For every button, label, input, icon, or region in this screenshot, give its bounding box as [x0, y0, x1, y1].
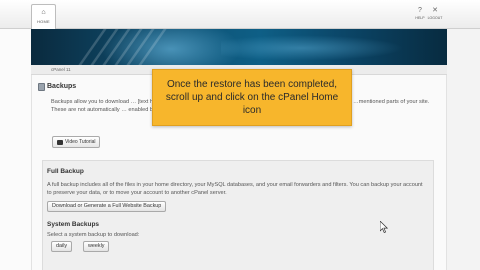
backup-icon — [38, 83, 45, 91]
right-margin — [447, 29, 480, 270]
system-backups-label: Select a system backup to download: — [47, 232, 140, 238]
video-tutorial-button[interactable]: Video Tutorial — [52, 136, 101, 148]
generate-full-backup-button[interactable]: Download or Generate a Full Website Back… — [47, 201, 167, 212]
banner-glow — [101, 29, 241, 65]
full-backup-description: A full backup includes all of the files … — [47, 182, 423, 196]
logout-label: LOGOUT — [427, 16, 443, 20]
camera-icon — [57, 139, 63, 145]
callout-text: Once the restore has been completed, scr… — [165, 79, 339, 116]
daily-backup-button[interactable]: daily — [51, 241, 73, 252]
top-header-bar: ⌂ HOME ? HELP ✕ LOGOUT — [0, 0, 480, 29]
header-banner — [31, 29, 447, 65]
help-button[interactable]: ? HELP — [412, 6, 428, 20]
help-icon: ? — [418, 7, 422, 14]
weekly-backup-button[interactable]: weekly — [83, 241, 110, 252]
logout-icon: ✕ — [432, 7, 438, 14]
instruction-callout: Once the restore has been completed, scr… — [152, 69, 352, 126]
mouse-cursor-icon — [380, 221, 388, 233]
video-tutorial-label: Video Tutorial — [65, 139, 96, 145]
home-label: HOME — [37, 19, 50, 24]
banner-world-map — [221, 33, 421, 63]
home-button[interactable]: ⌂ HOME — [31, 4, 56, 29]
full-backup-title: Full Backup — [47, 168, 84, 175]
home-icon: ⌂ — [41, 9, 46, 16]
help-label: HELP — [415, 16, 425, 20]
system-backups-title: System Backups — [47, 221, 100, 228]
breadcrumb[interactable]: cPanel 11 — [51, 67, 71, 72]
logout-button[interactable]: ✕ LOGOUT — [427, 6, 443, 20]
page-title: Backups — [47, 83, 77, 90]
full-backup-section — [42, 160, 434, 270]
